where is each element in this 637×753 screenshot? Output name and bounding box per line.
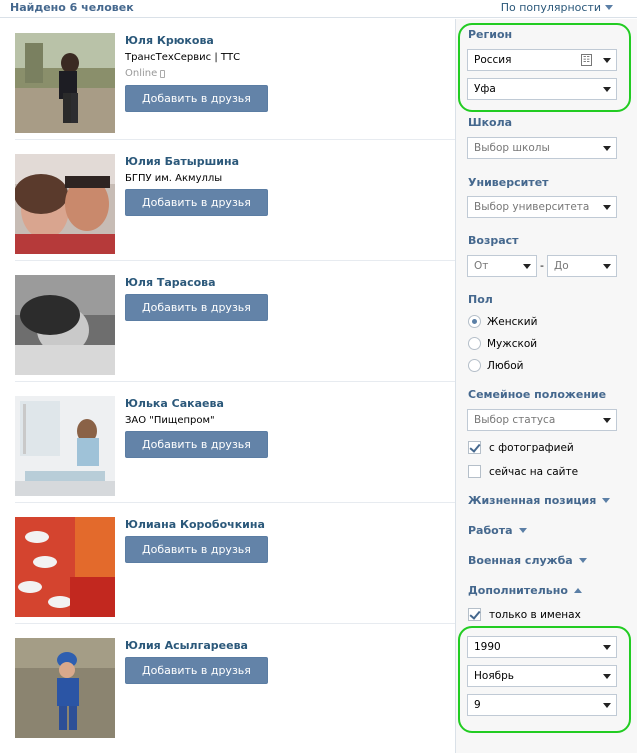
online-now-label: сейчас на сайте bbox=[489, 465, 579, 478]
chevron-down-icon bbox=[603, 205, 611, 210]
avatar[interactable] bbox=[15, 517, 115, 617]
add-friend-button[interactable]: Добавить в друзья bbox=[125, 657, 268, 684]
additional-toggle[interactable]: Дополнительно bbox=[468, 584, 582, 597]
person-card: Юлия Батыршина БГПУ им. Акмуллы Добавить… bbox=[15, 140, 455, 261]
person-card: Юлия Асылгареева Добавить в друзья bbox=[15, 624, 455, 745]
school-placeholder: Выбор школы bbox=[474, 142, 550, 154]
checkbox-unchecked-icon bbox=[468, 465, 481, 478]
search-filters: Регион Россия ☷ Уфа Школа Выбор школы Ун… bbox=[455, 19, 637, 753]
radio-on-icon bbox=[468, 315, 481, 328]
chevron-down-icon bbox=[523, 264, 531, 269]
avatar[interactable] bbox=[15, 275, 115, 375]
life-position-label: Жизненная позиция bbox=[468, 494, 597, 507]
university-section-title: Университет bbox=[468, 176, 549, 189]
add-friend-button[interactable]: Добавить в друзья bbox=[125, 189, 268, 216]
person-card: Юля Крюкова ТрансТехСервис | ТТС Online … bbox=[15, 19, 455, 140]
with-photo-checkbox[interactable]: с фотографией bbox=[468, 441, 574, 454]
university-select[interactable]: Выбор университета bbox=[467, 196, 617, 218]
chevron-up-icon bbox=[573, 588, 582, 593]
military-label: Военная служба bbox=[468, 554, 573, 567]
names-only-checkbox[interactable]: только в именах bbox=[468, 608, 581, 621]
person-card: Юлиана Коробочкина Добавить в друзья bbox=[15, 503, 455, 624]
results-header: Найдено 6 человек По популярности bbox=[0, 0, 637, 18]
person-work[interactable]: ЗАО "Пищепром" bbox=[125, 415, 268, 426]
gender-option-label: Мужской bbox=[487, 337, 538, 350]
avatar[interactable] bbox=[15, 33, 115, 133]
work-toggle[interactable]: Работа bbox=[468, 524, 527, 537]
avatar[interactable] bbox=[15, 638, 115, 738]
marital-placeholder: Выбор статуса bbox=[474, 414, 556, 426]
chevron-down-icon bbox=[603, 418, 611, 423]
chevron-down-icon bbox=[603, 264, 611, 269]
online-status: Online bbox=[125, 68, 268, 79]
avatar[interactable] bbox=[15, 396, 115, 496]
person-card: Юлька Сакаева ЗАО "Пищепром" Добавить в … bbox=[15, 382, 455, 503]
work-label: Работа bbox=[468, 524, 513, 537]
highlight-frame bbox=[458, 23, 631, 112]
sort-dropdown[interactable]: По популярности bbox=[501, 1, 613, 14]
radio-off-icon bbox=[468, 359, 481, 372]
person-name[interactable]: Юлия Батыршина bbox=[125, 155, 268, 168]
age-from-select[interactable]: От bbox=[467, 255, 537, 277]
gender-female-radio[interactable]: Женский bbox=[468, 315, 537, 328]
person-name[interactable]: Юля Тарасова bbox=[125, 276, 268, 289]
online-label: Online bbox=[125, 68, 158, 79]
avatar[interactable] bbox=[15, 154, 115, 254]
marital-section-title: Семейное положение bbox=[468, 388, 607, 401]
marital-select[interactable]: Выбор статуса bbox=[467, 409, 617, 431]
age-separator: - bbox=[540, 259, 544, 272]
with-photo-label: с фотографией bbox=[489, 441, 574, 454]
checkbox-checked-icon bbox=[468, 608, 481, 621]
gender-section-title: Пол bbox=[468, 293, 493, 306]
gender-option-label: Любой bbox=[487, 359, 524, 372]
gender-male-radio[interactable]: Мужской bbox=[468, 337, 537, 350]
person-work[interactable]: ТрансТехСервис | ТТС bbox=[125, 52, 268, 63]
school-section-title: Школа bbox=[468, 116, 513, 129]
gender-option-label: Женский bbox=[487, 315, 538, 328]
person-work[interactable]: БГПУ им. Акмуллы bbox=[125, 173, 268, 184]
sort-label: По популярности bbox=[500, 1, 601, 14]
age-to-select[interactable]: До bbox=[547, 255, 617, 277]
add-friend-button[interactable]: Добавить в друзья bbox=[125, 85, 268, 112]
person-name[interactable]: Юлия Асылгареева bbox=[125, 639, 268, 652]
school-select[interactable]: Выбор школы bbox=[467, 137, 617, 159]
chevron-down-icon bbox=[605, 5, 613, 10]
radio-off-icon bbox=[468, 337, 481, 350]
gender-any-radio[interactable]: Любой bbox=[468, 359, 523, 372]
life-position-toggle[interactable]: Жизненная позиция bbox=[468, 494, 611, 507]
chevron-down-icon bbox=[578, 558, 587, 563]
chevron-down-icon bbox=[518, 528, 527, 533]
person-card: Юля Тарасова Добавить в друзья bbox=[15, 261, 455, 382]
age-to-value: До bbox=[554, 260, 569, 272]
results-count: Найдено 6 человек bbox=[10, 1, 134, 14]
person-name[interactable]: Юлька Сакаева bbox=[125, 397, 268, 410]
mobile-icon bbox=[160, 69, 166, 78]
university-placeholder: Выбор университета bbox=[474, 201, 590, 213]
highlight-frame bbox=[458, 626, 631, 733]
military-toggle[interactable]: Военная служба bbox=[468, 554, 587, 567]
online-now-checkbox[interactable]: сейчас на сайте bbox=[468, 465, 578, 478]
person-name[interactable]: Юлиана Коробочкина bbox=[125, 518, 268, 531]
age-from-value: От bbox=[474, 260, 489, 272]
chevron-down-icon bbox=[602, 498, 611, 503]
chevron-down-icon bbox=[603, 146, 611, 151]
age-section-title: Возраст bbox=[468, 234, 519, 247]
additional-label: Дополнительно bbox=[468, 584, 568, 597]
checkbox-checked-icon bbox=[468, 441, 481, 454]
add-friend-button[interactable]: Добавить в друзья bbox=[125, 294, 268, 321]
person-name[interactable]: Юля Крюкова bbox=[125, 34, 268, 47]
names-only-label: только в именах bbox=[489, 608, 581, 621]
add-friend-button[interactable]: Добавить в друзья bbox=[125, 536, 268, 563]
add-friend-button[interactable]: Добавить в друзья bbox=[125, 431, 268, 458]
